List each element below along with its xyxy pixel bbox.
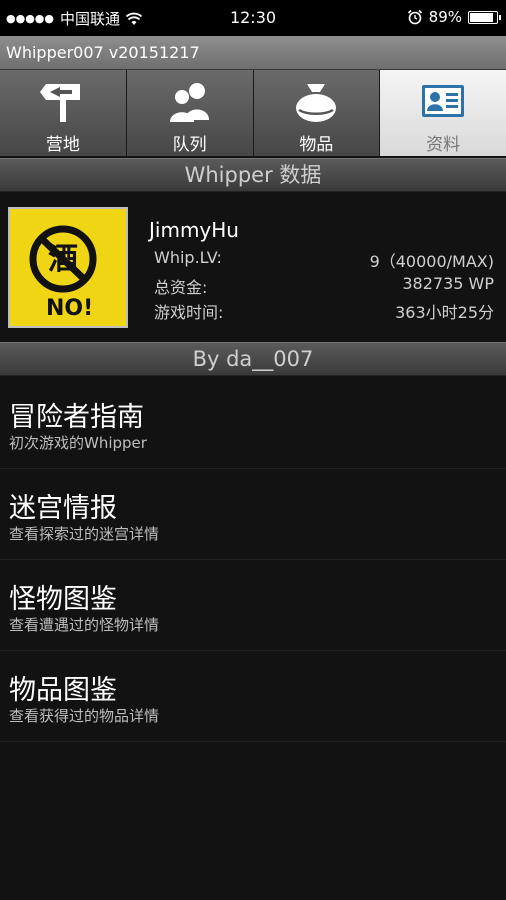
player-name: JimmyHu [149,218,239,242]
menu-item-title: 怪物图鉴 [9,584,117,615]
menu-item-item-guide[interactable]: 物品图鉴 查看获得过的物品详情 [0,651,506,742]
stat-label: Whip.LV: [154,248,222,267]
tab-camp[interactable]: 营地 [0,70,127,156]
profile-card-icon [422,85,465,117]
tab-label: 资料 [426,135,461,155]
tab-label: 物品 [299,135,334,155]
battery-icon [468,10,501,24]
status-bar: ●●●●● 中国联通 12:30 89% [0,0,506,36]
section-header-whipper-data: Whipper 数据 [0,158,506,192]
tab-party[interactable]: 队列 [126,70,254,156]
bag-icon [296,84,337,122]
menu-list: 冒险者指南 初次游戏的Whipper 迷宫情报 查看探索过的迷宫详情 怪物图鉴 … [0,378,506,742]
app-title: Whipper007 v20151217 [6,43,200,62]
menu-item-title: 物品图鉴 [9,675,117,706]
section-header-credits: By da__007 [0,342,506,376]
tab-items[interactable]: 物品 [253,70,381,156]
menu-item-subtitle: 查看探索过的迷宫详情 [9,525,160,543]
no-alcohol-icon: 酒 NO! [10,209,126,326]
menu-item-subtitle: 查看遭遇过的怪物详情 [9,616,160,634]
tab-label: 队列 [172,135,207,155]
menu-item-dungeon-info[interactable]: 迷宫情报 查看探索过的迷宫详情 [0,469,506,560]
stat-label: 总资金: [154,278,208,297]
stat-value: 382735 WP [402,274,494,293]
stat-value: 363小时25分 [395,303,494,322]
menu-item-subtitle: 初次游戏的Whipper [9,434,147,452]
stat-value: 9（40000/MAX) [369,252,494,271]
people-icon [169,83,209,122]
menu-item-title: 冒险者指南 [9,402,144,433]
alarm-icon [407,9,422,25]
avatar: 酒 NO! [8,207,128,328]
stat-label: 游戏时间: [154,303,224,322]
tab-bar: 营地 队列 物品 资料 [0,70,506,156]
signpost-icon [39,84,80,122]
tab-label: 营地 [45,135,80,155]
svg-text:酒: 酒 [48,242,78,277]
menu-item-subtitle: 查看获得过的物品详情 [9,707,160,725]
app-title-bar: Whipper007 v20151217 [0,36,506,70]
menu-item-monster-guide[interactable]: 怪物图鉴 查看遭遇过的怪物详情 [0,560,506,651]
menu-item-title: 迷宫情报 [9,493,117,524]
svg-text:NO!: NO! [46,296,93,321]
profile-panel: 酒 NO! JimmyHu Whip.LV: 9（40000/MAX) 总资金:… [0,192,506,342]
tab-profile[interactable]: 资料 [380,70,506,156]
battery-percent: 89% [428,8,462,26]
menu-item-adventurer-guide[interactable]: 冒险者指南 初次游戏的Whipper [0,378,506,469]
